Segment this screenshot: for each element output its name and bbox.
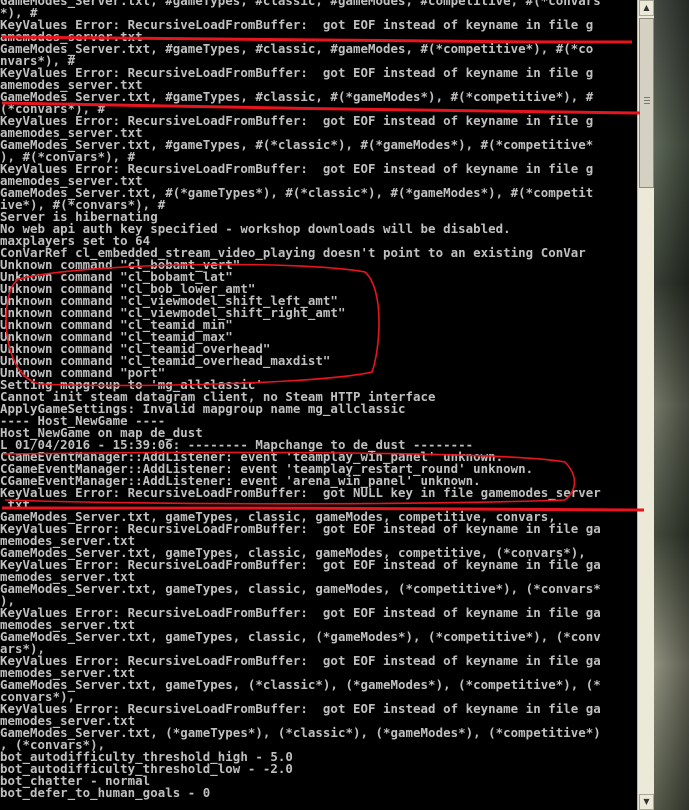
- console-output[interactable]: GameModes_Server.txt, #gameTypes, #class…: [0, 0, 637, 810]
- console-line: GameModes_Server.txt, #gameTypes, #class…: [0, 41, 594, 56]
- arrow-up-icon[interactable]: ▲: [639, 0, 654, 16]
- arrow-down-icon[interactable]: ▼: [639, 794, 654, 810]
- desktop-background: [654, 0, 689, 810]
- console-line: GameModes_Server.txt, gameTypes, classic…: [0, 629, 601, 644]
- console-line: KeyValues Error: RecursiveLoadFromBuffer…: [0, 485, 601, 500]
- console-line: GameModes_Server.txt, #gameTypes, #class…: [0, 0, 601, 8]
- console-line: GameModes_Server.txt, gameTypes, (*class…: [0, 677, 601, 692]
- vertical-scrollbar[interactable]: ▲ ▼: [637, 0, 654, 810]
- console-line: bot_defer_to_human_goals - 0: [0, 785, 211, 800]
- console-line: GameModes_Server.txt, gameTypes, classic…: [0, 581, 601, 596]
- scroll-thumb[interactable]: [639, 18, 654, 188]
